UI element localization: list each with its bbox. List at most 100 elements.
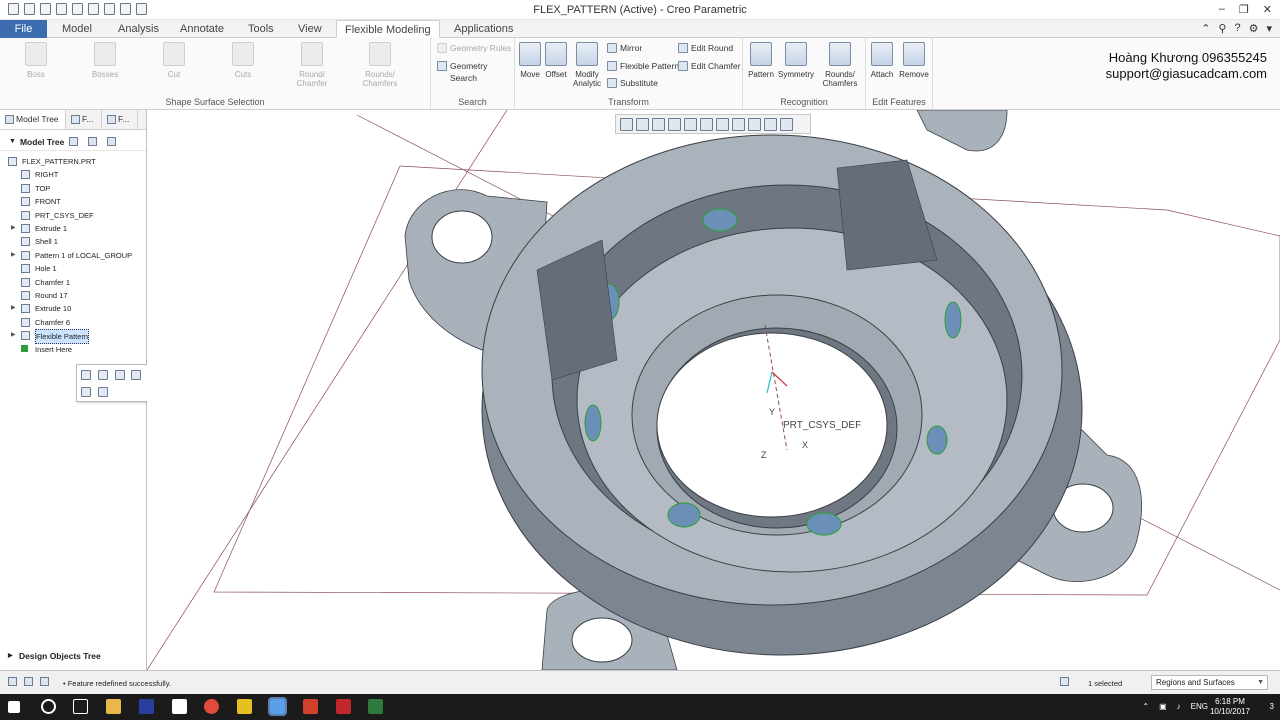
substitute-button[interactable]: Substitute — [607, 77, 658, 89]
file-explorer-icon[interactable] — [106, 699, 121, 714]
options-icon[interactable]: ▾ — [1266, 22, 1272, 35]
task-view-icon[interactable] — [73, 699, 88, 714]
group-title-edit-features: Edit Features — [872, 97, 926, 107]
remove-button[interactable]: Remove — [890, 42, 938, 79]
datum-display-icon[interactable] — [764, 118, 777, 131]
selection-filter-icon[interactable] — [1060, 677, 1069, 686]
hide-icon[interactable] — [81, 387, 91, 397]
zoom-in-icon[interactable] — [636, 118, 649, 131]
show-browser-icon[interactable] — [24, 677, 33, 686]
tab-analysis[interactable]: Analysis — [110, 20, 167, 38]
delete-icon[interactable] — [98, 387, 108, 397]
pattern-slot-7[interactable] — [584, 404, 602, 442]
volume-icon[interactable]: ♪ — [1177, 702, 1181, 711]
collapse-arrow-icon[interactable]: ▼ — [9, 138, 16, 145]
expand-arrow-icon[interactable]: ▶ — [11, 329, 16, 342]
expand-arrow-icon[interactable]: ▶ — [11, 249, 16, 262]
tab-file[interactable]: File — [0, 20, 47, 38]
ribbon-right-controls: ⌃ ⚲ ? ⚙ ▾ — [1201, 22, 1272, 35]
round-chamfer-button[interactable]: Round/ Chamfer — [288, 42, 336, 88]
perspective-icon[interactable] — [748, 118, 761, 131]
recognize-rounds-chamfers-button[interactable]: Rounds/ Chamfers — [816, 42, 864, 88]
camtasia-icon[interactable] — [368, 699, 383, 714]
edit-chamfer-button[interactable]: Edit Chamfer — [678, 60, 741, 72]
window-controls: – ❐ ✕ — [1219, 3, 1272, 16]
notification-count[interactable]: 3 — [1270, 702, 1274, 711]
zoom-out-icon[interactable] — [652, 118, 665, 131]
clock[interactable]: 6:18 PM 10/10/2017 — [1210, 697, 1250, 717]
geometry-search-button[interactable]: Geometry Search — [437, 60, 514, 83]
tree-settings-icon[interactable] — [69, 137, 79, 146]
restore-icon[interactable]: ❐ — [1239, 3, 1249, 16]
cut-button[interactable]: Cut — [150, 42, 198, 79]
tab-model[interactable]: Model — [54, 20, 100, 38]
settings-icon[interactable]: ⚙ — [1249, 22, 1259, 35]
tab-view[interactable]: View — [290, 20, 330, 38]
tray-chevron-icon[interactable]: ⌃ — [1142, 702, 1149, 711]
window-title: FLEX_PATTERN (Active) - Creo Parametric — [533, 4, 747, 16]
pattern-slot-3[interactable] — [944, 301, 962, 339]
pattern-slot-5[interactable] — [806, 512, 842, 536]
refit-icon[interactable] — [620, 118, 633, 131]
creo-app-icon[interactable] — [268, 697, 287, 716]
windows-start-icon[interactable] — [8, 701, 20, 713]
pattern-slot-4[interactable] — [926, 425, 948, 455]
cuts-button[interactable]: Cuts — [219, 42, 267, 79]
repaint-icon[interactable] — [668, 118, 681, 131]
tab-folder-browser[interactable]: F... — [66, 110, 102, 129]
store-icon[interactable] — [172, 699, 187, 714]
selection-filter-dropdown[interactable]: Regions and Surfaces ▼ — [1151, 675, 1268, 690]
suppress-icon[interactable] — [115, 370, 125, 380]
saved-orientations-icon[interactable] — [716, 118, 729, 131]
edit-references-icon[interactable] — [131, 370, 141, 380]
cortana-icon[interactable] — [41, 699, 56, 714]
pattern-slot-6[interactable] — [667, 502, 701, 528]
language-indicator[interactable]: ENG — [1191, 702, 1208, 711]
chrome-icon[interactable] — [204, 699, 219, 714]
full-screen-icon[interactable] — [40, 677, 49, 686]
app-icon-blue[interactable] — [139, 699, 154, 714]
mirror-button[interactable]: Mirror — [607, 42, 642, 54]
boss-button[interactable]: Boss — [12, 42, 60, 79]
network-icon[interactable]: ▣ — [1159, 702, 1167, 711]
expand-arrow-icon[interactable]: ▶ — [11, 302, 16, 315]
edit-dimensions-icon[interactable] — [98, 370, 108, 380]
status-bar: • Feature redefined successfully. 1 sele… — [0, 670, 1280, 694]
app-icon-yellow[interactable] — [237, 699, 252, 714]
view-manager-icon[interactable] — [732, 118, 745, 131]
collapse-ribbon-icon[interactable]: ⌃ — [1201, 22, 1210, 35]
edit-round-button[interactable]: Edit Round — [678, 42, 733, 54]
symmetry-button[interactable]: Symmetry — [772, 42, 820, 79]
show-navigator-icon[interactable] — [8, 677, 17, 686]
tab-applications[interactable]: Applications — [446, 20, 521, 38]
app-icon-red[interactable] — [336, 699, 351, 714]
modify-analytic-button[interactable]: Modify Analytic — [563, 42, 611, 88]
search-icon[interactable]: ⚲ — [1218, 22, 1226, 35]
expand-arrow-icon[interactable]: ▶ — [11, 222, 16, 235]
tab-annotate[interactable]: Annotate — [172, 20, 232, 38]
tree-item-label: Hole 1 — [35, 264, 57, 274]
edit-definition-icon[interactable] — [81, 370, 91, 380]
pan-icon[interactable] — [684, 118, 697, 131]
annotation-display-icon[interactable] — [780, 118, 793, 131]
geometry-rules-button[interactable]: Geometry Rules — [437, 42, 511, 54]
close-icon[interactable]: ✕ — [1263, 3, 1272, 16]
design-objects-tree[interactable]: ▶ Design Objects Tree — [5, 649, 140, 664]
tab-favorites[interactable]: F... — [102, 110, 138, 129]
tab-tools[interactable]: Tools — [240, 20, 282, 38]
datum-plane-icon — [21, 197, 30, 207]
help-icon[interactable]: ? — [1234, 22, 1240, 35]
display-style-icon[interactable] — [700, 118, 713, 131]
graphics-window[interactable]: PRT_CSYS_DEF X Y Z — [147, 110, 1280, 670]
flexible-pattern-button[interactable]: Flexible Pattern — [607, 60, 679, 72]
powerpoint-icon[interactable] — [303, 699, 318, 714]
tab-model-tree[interactable]: Model Tree — [0, 110, 66, 129]
minimize-icon[interactable]: – — [1219, 3, 1225, 16]
rounds-chamfers-button[interactable]: Rounds/ Chamfers — [356, 42, 404, 88]
tab-flexible-modeling[interactable]: Flexible Modeling — [336, 20, 440, 39]
bosses-button[interactable]: Bosses — [81, 42, 129, 79]
pattern-slot-1[interactable] — [702, 208, 738, 232]
tree-filter-icon[interactable] — [107, 137, 117, 146]
dropdown-arrow-icon: ▼ — [1257, 679, 1264, 686]
show-icon[interactable] — [88, 137, 98, 146]
